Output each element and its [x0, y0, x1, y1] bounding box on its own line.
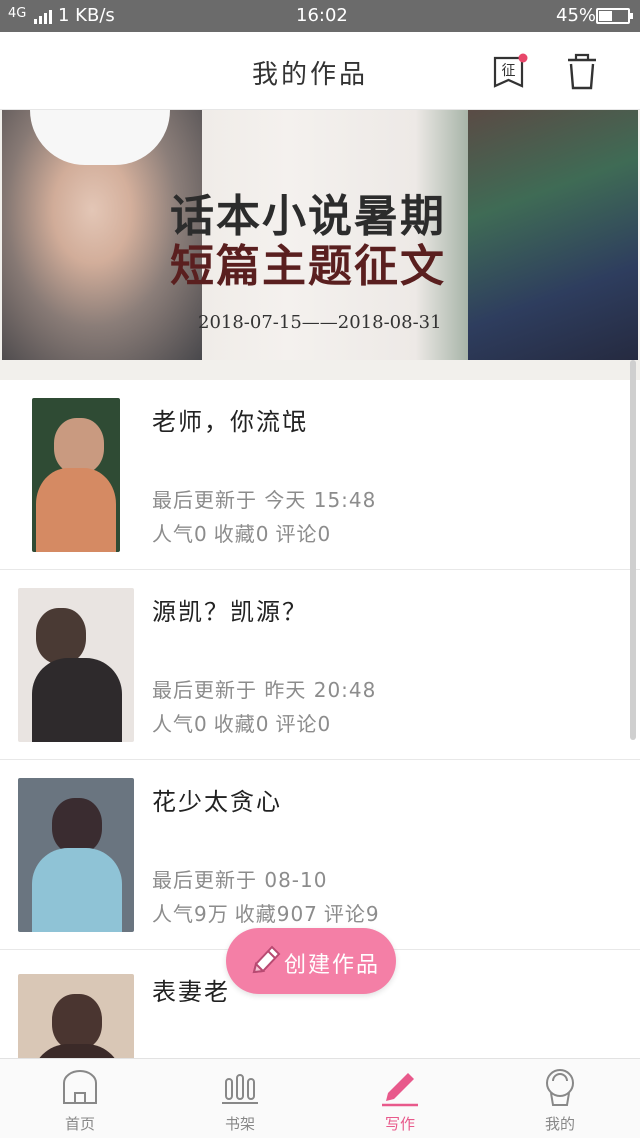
work-stats: 人气9万 收藏907 评论9 [152, 898, 380, 927]
tab-home[interactable]: 首页 [0, 1059, 160, 1138]
work-item[interactable]: 源凯？凯源？ 最后更新于 昨天 20:48 人气0 收藏0 评论0 [0, 570, 640, 760]
work-stats: 人气0 收藏0 评论0 [152, 518, 331, 547]
work-title: 花少太贪心 [152, 788, 282, 816]
network-speed: 1 KB/s [58, 5, 115, 26]
work-favorites: 收藏0 [213, 712, 270, 736]
status-bar: 4G 1 KB/s 16:02 45% [0, 0, 640, 32]
home-icon [63, 1070, 97, 1104]
work-favorites: 收藏907 [234, 902, 318, 926]
work-updated: 最后更新于 昨天 20:48 [152, 678, 377, 702]
trash-icon [568, 53, 596, 90]
scrollbar[interactable] [630, 360, 636, 740]
tab-bar: 首页 书架 写作 我的 [0, 1058, 640, 1138]
work-title: 源凯？凯源？ [152, 598, 308, 626]
work-updated: 最后更新于 今天 15:48 [152, 488, 377, 512]
work-comments: 评论9 [323, 902, 380, 926]
battery-percent: 45% [556, 5, 597, 26]
battery-icon [596, 8, 633, 24]
work-stats: 人气0 收藏0 评论0 [152, 708, 331, 737]
banner-headline-line1: 话本小说暑期 [170, 191, 446, 242]
work-title: 表妻老 [152, 978, 230, 1006]
trash-button[interactable] [562, 50, 602, 92]
banner-right-figure [468, 110, 638, 360]
create-work-button[interactable]: 创建作品 [226, 928, 396, 994]
pencil-icon [382, 1073, 418, 1107]
work-cover [32, 398, 120, 552]
work-cover [18, 778, 134, 932]
contest-banner[interactable]: 话本小说暑期 短篇主题征文 2018-07-15——2018-08-31 [0, 110, 640, 380]
contest-icon-label: 征 [502, 63, 516, 79]
work-title: 老师，你流氓 [152, 408, 308, 436]
pencil-icon [252, 945, 281, 974]
network-type: 4G [8, 6, 27, 21]
work-updated: 最后更新于 08-10 [152, 868, 328, 892]
tab-label: 书架 [224, 1115, 255, 1133]
tab-label: 我的 [544, 1115, 575, 1133]
banner-dates: 2018-07-15——2018-08-31 [198, 312, 442, 333]
work-favorites: 收藏0 [213, 522, 270, 546]
work-comments: 评论0 [275, 712, 332, 736]
create-work-label: 创建作品 [284, 953, 381, 978]
work-item[interactable]: 花少太贪心 最后更新于 08-10 人气9万 收藏907 评论9 [0, 760, 640, 950]
profile-icon [546, 1069, 574, 1106]
bookshelf-icon [222, 1074, 258, 1104]
work-popularity: 人气0 [152, 522, 208, 546]
work-popularity: 人气9万 [152, 902, 229, 926]
clock: 16:02 [296, 5, 348, 26]
work-comments: 评论0 [275, 522, 332, 546]
contest-button[interactable]: 征 [490, 52, 530, 92]
signal-icon [34, 9, 52, 24]
contest-icon: 征 [493, 53, 528, 88]
tab-bookshelf[interactable]: 书架 [160, 1059, 320, 1138]
work-popularity: 人气0 [152, 712, 208, 736]
work-item[interactable]: 老师，你流氓 最后更新于 今天 15:48 人气0 收藏0 评论0 [0, 380, 640, 570]
header: 我的作品 征 [0, 32, 640, 110]
tab-label: 写作 [384, 1115, 415, 1133]
banner-headline-line2: 短篇主题征文 [170, 241, 446, 292]
tab-label: 首页 [64, 1115, 95, 1133]
tab-mine[interactable]: 我的 [480, 1059, 640, 1138]
notification-dot [518, 53, 528, 63]
tab-write[interactable]: 写作 [320, 1059, 480, 1138]
work-cover [18, 588, 134, 742]
